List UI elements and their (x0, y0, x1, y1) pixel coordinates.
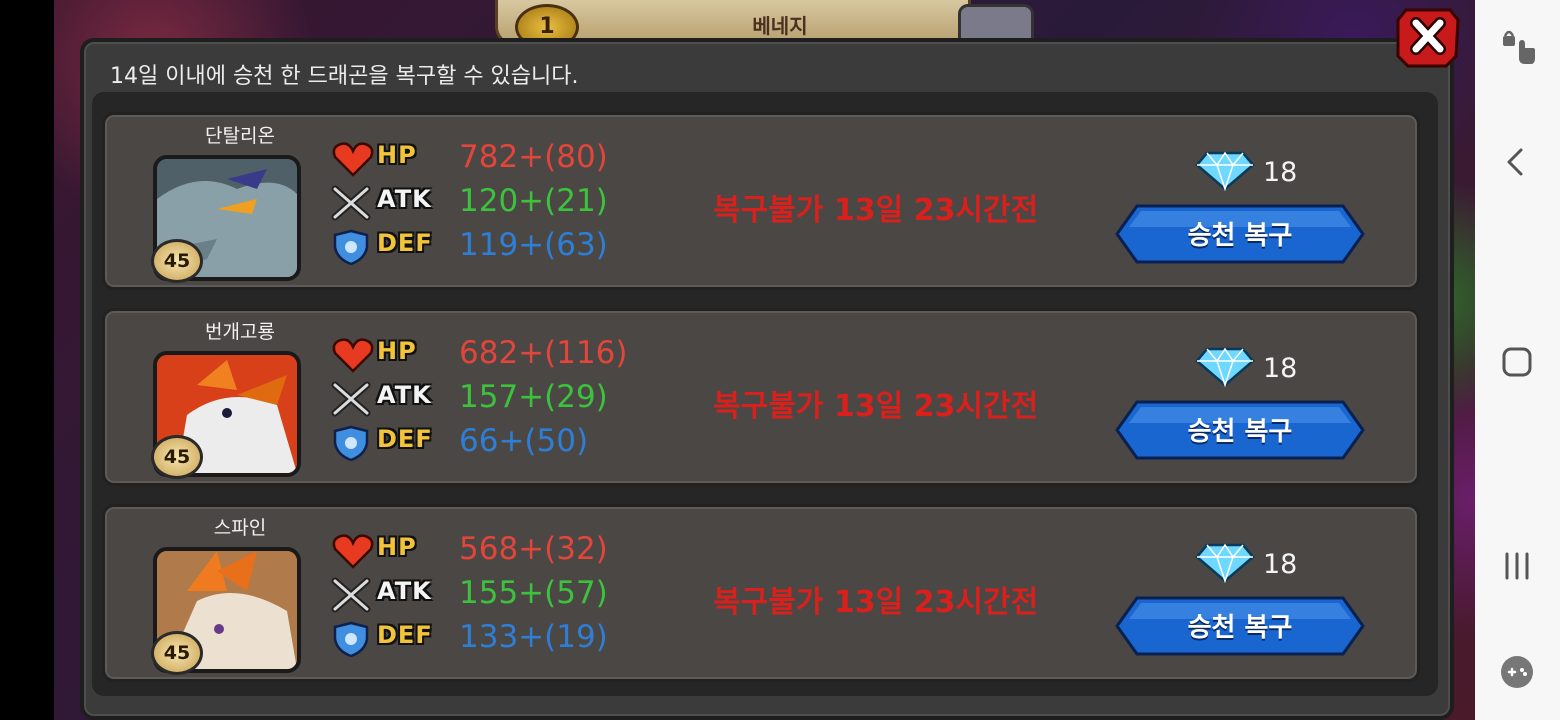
revive-button-label: 승천 복구 (1187, 613, 1293, 643)
touch-lock-icon[interactable] (1495, 26, 1539, 70)
close-x-icon (1396, 8, 1460, 68)
dragon-card: 스파인 45 HP 568+(32) ATK 155+(57) DEF 133+… (102, 504, 1420, 682)
atk-label: ATK (377, 185, 432, 213)
revive-deadline-status: 복구불가 13일 23시간전 (713, 585, 1039, 620)
background-tab-title: 베네지 (752, 14, 808, 38)
close-button[interactable] (1396, 6, 1460, 68)
revive-deadline-status: 복구불가 13일 23시간전 (713, 193, 1039, 228)
diamond-icon (1195, 347, 1255, 387)
gem-cost-value: 18 (1263, 549, 1298, 580)
gem-cost-value: 18 (1263, 353, 1298, 384)
atk-value: 120+(21) (459, 183, 608, 219)
heart-icon (332, 338, 374, 373)
hp-label: HP (377, 337, 417, 365)
gem-cost-value: 18 (1263, 157, 1298, 188)
dragon-name: 번개고룡 (205, 321, 275, 343)
atk-value: 155+(57) (459, 575, 608, 611)
crossed-swords-icon (331, 577, 371, 613)
shield-icon (333, 621, 369, 657)
revive-button-label: 승천 복구 (1187, 221, 1293, 251)
dragon-name: 스파인 (213, 517, 267, 539)
dialog-notice: 14일 이내에 승천 한 드래곤을 복구할 수 있습니다. (110, 64, 579, 89)
def-value: 66+(50) (459, 423, 589, 459)
dragon-card: 번개고룡 45 HP 682+(116) ATK 157+(29) DEF 66… (102, 308, 1420, 486)
def-label: DEF (377, 229, 433, 257)
revive-button-label: 승천 복구 (1187, 417, 1293, 447)
revive-button[interactable]: 승천 복구 (1115, 399, 1365, 461)
def-value: 119+(63) (459, 227, 608, 263)
hp-value: 782+(80) (459, 139, 608, 175)
diamond-icon (1195, 543, 1255, 583)
level-badge: 45 (151, 631, 203, 675)
revive-button[interactable]: 승천 복구 (1115, 203, 1365, 265)
hp-value: 568+(32) (459, 531, 608, 567)
heart-icon (332, 534, 374, 569)
android-nav-bar (1475, 0, 1560, 720)
shield-icon (333, 425, 369, 461)
heart-icon (332, 142, 374, 177)
home-icon[interactable] (1495, 340, 1539, 384)
dragon-card: 단탈리온 45 HP 782+(80) ATK 120+(21) DEF 119… (102, 112, 1420, 290)
level-badge: 45 (151, 239, 203, 283)
level-badge: 45 (151, 435, 203, 479)
def-label: DEF (377, 425, 433, 453)
shield-icon (333, 229, 369, 265)
dragon-list[interactable]: 단탈리온 45 HP 782+(80) ATK 120+(21) DEF 119… (92, 92, 1438, 696)
hp-value: 682+(116) (459, 335, 628, 371)
crossed-swords-icon (331, 381, 371, 417)
game-tools-icon[interactable] (1495, 650, 1539, 694)
atk-value: 157+(29) (459, 379, 608, 415)
atk-label: ATK (377, 381, 432, 409)
revive-button[interactable]: 승천 복구 (1115, 595, 1365, 657)
dragon-name: 단탈리온 (205, 125, 275, 147)
back-icon[interactable] (1495, 140, 1539, 184)
diamond-icon (1195, 151, 1255, 191)
hp-label: HP (377, 533, 417, 561)
crossed-swords-icon (331, 185, 371, 221)
def-label: DEF (377, 621, 433, 649)
revive-deadline-status: 복구불가 13일 23시간전 (713, 389, 1039, 424)
hp-label: HP (377, 141, 417, 169)
recent-apps-icon[interactable] (1495, 544, 1539, 588)
atk-label: ATK (377, 577, 432, 605)
left-black-strip (0, 0, 54, 720)
revive-dialog: 14일 이내에 승천 한 드래곤을 복구할 수 있습니다. 단탈리온 45 HP (80, 38, 1454, 720)
def-value: 133+(19) (459, 619, 608, 655)
